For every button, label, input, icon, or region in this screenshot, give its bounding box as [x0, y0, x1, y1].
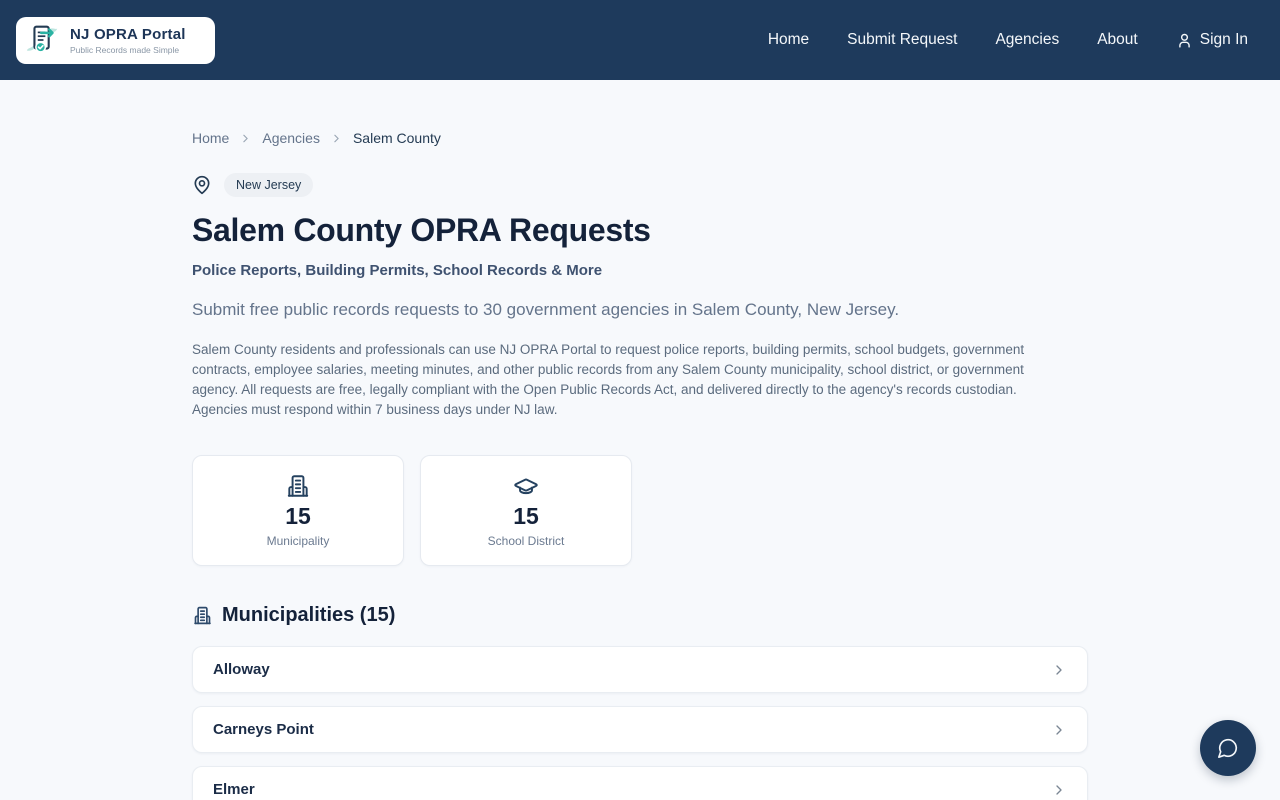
state-badge: New Jersey: [224, 173, 314, 197]
chevron-right-icon: [1051, 662, 1067, 678]
logo-document-icon: [24, 21, 62, 59]
logo-tagline: Public Records made Simple: [70, 44, 180, 55]
stat-card-municipality[interactable]: 15 Municipality: [192, 455, 404, 566]
sign-in-label: Sign In: [1199, 31, 1248, 48]
page-subtitle: Police Reports, Building Permits, School…: [192, 262, 603, 279]
stats-row: 15 Municipality 15 School District: [192, 455, 1088, 566]
stat-label: Municipality: [266, 534, 330, 548]
chevron-right-icon: [1051, 782, 1067, 798]
chat-button[interactable]: [1200, 720, 1256, 776]
nav-item-submit-request[interactable]: Submit Request: [847, 31, 957, 49]
nav-item-agencies[interactable]: Agencies: [995, 31, 1059, 49]
breadcrumb-agencies[interactable]: Agencies: [262, 130, 320, 146]
list-item-alloway[interactable]: Alloway: [192, 646, 1088, 693]
main-nav: Home Submit Request Agencies About Sign …: [768, 31, 1248, 49]
agency-name: Alloway: [213, 661, 270, 678]
chat-bubble-icon: [1217, 737, 1239, 759]
sign-in-button[interactable]: Sign In: [1176, 31, 1248, 49]
breadcrumb-home[interactable]: Home: [192, 130, 229, 146]
nav-item-home[interactable]: Home: [768, 31, 809, 49]
chevron-right-icon: [239, 132, 252, 145]
breadcrumb: Home Agencies Salem County: [192, 130, 1088, 146]
chevron-right-icon: [330, 132, 343, 145]
top-navigation-bar: NJ OPRA Portal Public Records made Simpl…: [0, 0, 1280, 80]
building-icon: [192, 605, 213, 626]
section-title: Municipalities (15): [222, 604, 396, 626]
map-pin-icon: [192, 175, 212, 195]
graduation-cap-icon: [513, 473, 539, 499]
stat-value: 15: [285, 503, 311, 529]
user-icon: [1176, 32, 1193, 49]
main-content: Home Agencies Salem County New Jersey Sa…: [192, 130, 1088, 800]
stat-label: School District: [487, 534, 565, 548]
building-icon: [285, 473, 311, 499]
breadcrumb-current: Salem County: [352, 130, 441, 146]
stat-value: 15: [513, 503, 539, 529]
agency-name: Carneys Point: [213, 721, 314, 738]
location-row: New Jersey: [192, 173, 1088, 197]
logo[interactable]: NJ OPRA Portal Public Records made Simpl…: [16, 16, 215, 64]
page-description: Salem County residents and professionals…: [192, 342, 1025, 417]
stat-card-school-district[interactable]: 15 School District: [420, 455, 632, 566]
agency-name: Elmer: [213, 781, 255, 798]
page-lead: Submit free public records requests to 3…: [192, 300, 900, 319]
municipalities-section-header: Municipalities (15): [192, 604, 1088, 627]
page-title: Salem County OPRA Requests: [192, 212, 651, 248]
list-item-elmer[interactable]: Elmer: [192, 766, 1088, 800]
list-item-carneys-point[interactable]: Carneys Point: [192, 706, 1088, 753]
logo-title: NJ OPRA Portal: [70, 25, 186, 43]
chevron-right-icon: [1051, 722, 1067, 738]
nav-item-about[interactable]: About: [1097, 31, 1138, 49]
municipality-list: Alloway Carneys Point Elmer: [192, 646, 1088, 800]
